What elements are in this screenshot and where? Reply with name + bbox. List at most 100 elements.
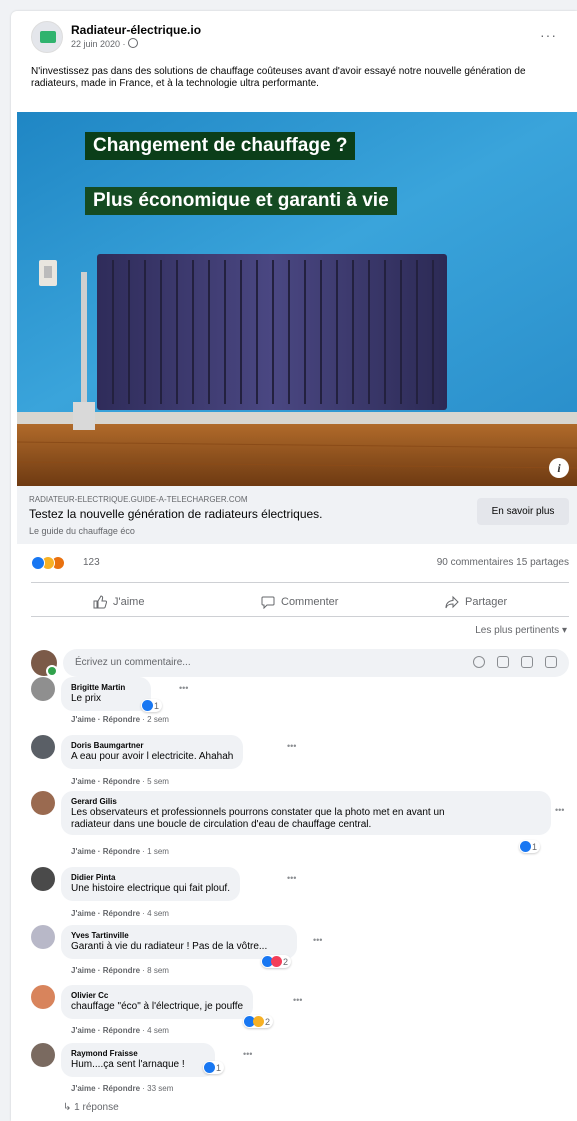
link-subtitle: Le guide du chauffage éco xyxy=(29,526,135,536)
share-label: Partager xyxy=(465,596,508,608)
commenter-avatar[interactable] xyxy=(31,735,55,759)
comment-more-icon[interactable]: ••• xyxy=(293,995,302,1005)
camera-icon[interactable] xyxy=(497,656,509,668)
comment-actions[interactable]: J'aime · Répondre xyxy=(71,715,140,724)
commenter-avatar[interactable] xyxy=(31,791,55,815)
comment-bubble: Brigitte Martin Le prix xyxy=(61,677,152,711)
page-name[interactable]: Radiateur-électrique.io xyxy=(71,23,201,37)
sticker-icon[interactable] xyxy=(545,656,557,668)
user-avatar[interactable] xyxy=(31,650,58,677)
comment-time[interactable]: · 4 sem xyxy=(140,909,169,918)
post-date[interactable]: 22 juin 2020 · xyxy=(71,39,128,49)
link-title[interactable]: Testez la nouvelle génération de radiate… xyxy=(29,507,323,521)
learn-more-button[interactable]: En savoir plus xyxy=(477,498,569,525)
like-reaction-icon xyxy=(520,841,531,852)
comment-input[interactable]: Écrivez un commentaire... xyxy=(63,649,569,677)
composer-icons xyxy=(473,656,557,670)
comment-text: Le prix xyxy=(71,693,102,704)
comment-bubble: Yves Tartinville Garanti à vie du radiat… xyxy=(61,925,297,959)
comment-actions[interactable]: J'aime · Répondre xyxy=(71,777,140,786)
comment-button[interactable]: Commenter xyxy=(261,592,338,612)
page-avatar[interactable] xyxy=(31,21,63,53)
comment-text: chauffage "éco" à l'électrique, je pouff… xyxy=(71,1001,244,1012)
commenter-avatar[interactable] xyxy=(31,677,55,701)
commenter-avatar[interactable] xyxy=(31,985,55,1009)
commenter-avatar[interactable] xyxy=(31,925,55,949)
reaction-count[interactable]: 123 xyxy=(83,557,100,568)
gif-icon[interactable] xyxy=(521,656,533,668)
reaction-icons[interactable] xyxy=(31,556,79,570)
comment-actions[interactable]: J'aime · Répondre xyxy=(71,847,140,856)
radiator-photo xyxy=(17,112,577,486)
comment-meta: J'aime · Répondre · 8 sem xyxy=(71,966,169,975)
comment-meta: J'aime · Répondre · 4 sem xyxy=(71,1026,169,1035)
comment-reactions[interactable]: 1 xyxy=(203,1061,225,1074)
comment-sort-dropdown[interactable]: Les plus pertinents ▾ xyxy=(475,625,567,636)
more-options-button[interactable]: ··· xyxy=(540,27,557,43)
commenter-name[interactable]: Brigitte Martin xyxy=(71,682,125,693)
commenter-name[interactable]: Gerard Gilis xyxy=(71,796,541,807)
comment-more-icon[interactable]: ••• xyxy=(287,741,296,751)
comment: Gerard Gilis Les observateurs et profess… xyxy=(31,791,571,863)
comment-meta: J'aime · Répondre · 4 sem xyxy=(71,909,169,918)
view-replies-link[interactable]: ↳ 1 réponse xyxy=(63,1102,119,1113)
comment-actions[interactable]: J'aime · Répondre xyxy=(71,909,140,918)
commenter-name[interactable]: Doris Baumgartner xyxy=(71,740,233,751)
post-meta: 22 juin 2020 · xyxy=(71,38,139,49)
share-button[interactable]: Partager xyxy=(445,592,507,612)
globe-icon xyxy=(128,38,139,48)
like-button[interactable]: J'aime xyxy=(93,592,144,612)
comments-shares-count[interactable]: 90 commentaires 15 partages xyxy=(437,557,569,568)
comment-time[interactable]: · 1 sem xyxy=(140,847,169,856)
like-reaction-icon xyxy=(204,1062,215,1073)
post-image[interactable]: Changement de chauffage ? Plus économiqu… xyxy=(17,112,577,486)
comment-meta: J'aime · Répondre · 1 sem xyxy=(71,847,169,856)
commenter-name[interactable]: Olivier Cc xyxy=(71,990,243,1001)
sort-label: Les plus pertinents xyxy=(475,625,560,636)
thumbs-up-icon xyxy=(93,595,107,609)
comment-text: Une histoire electrique qui fait plouf. xyxy=(71,883,230,894)
comment-reaction-count: 1 xyxy=(154,700,160,711)
commenter-name[interactable]: Yves Tartinville xyxy=(71,930,287,941)
emoji-icon[interactable] xyxy=(473,656,485,668)
commenter-avatar[interactable] xyxy=(31,867,55,891)
comment-reactions[interactable]: 1 xyxy=(519,840,541,853)
link-preview[interactable]: RADIATEUR-ELECTRIQUE.GUIDE-A-TELECHARGER… xyxy=(17,486,577,544)
comment-time[interactable]: · 5 sem xyxy=(140,777,169,786)
info-icon[interactable]: i xyxy=(549,458,569,478)
comment-meta: J'aime · Répondre · 2 sem xyxy=(71,715,169,724)
comment-time[interactable]: · 33 sem xyxy=(140,1084,173,1093)
divider xyxy=(31,616,569,617)
comment-time[interactable]: · 8 sem xyxy=(140,966,169,975)
like-label: J'aime xyxy=(113,596,145,608)
comment-reactions[interactable]: 1 xyxy=(141,699,163,712)
post-header: Radiateur-électrique.io 22 juin 2020 · ·… xyxy=(31,21,557,61)
comment: Yves Tartinville Garanti à vie du radiat… xyxy=(31,925,571,975)
comment-more-icon[interactable]: ••• xyxy=(243,1049,252,1059)
comment-reaction-count: 1 xyxy=(532,841,538,852)
commenter-name[interactable]: Raymond Fraisse xyxy=(71,1048,185,1059)
comment-time[interactable]: · 2 sem xyxy=(140,715,169,724)
comment-more-icon[interactable]: ••• xyxy=(179,683,188,693)
comment-reaction-count: 2 xyxy=(265,1016,271,1027)
comment: Olivier Cc chauffage "éco" à l'électriqu… xyxy=(31,985,571,1035)
comment-actions[interactable]: J'aime · Répondre xyxy=(71,1026,140,1035)
like-reaction-icon xyxy=(142,700,153,711)
comment-meta: J'aime · Répondre · 33 sem xyxy=(71,1084,173,1093)
link-domain: RADIATEUR-ELECTRIQUE.GUIDE-A-TELECHARGER… xyxy=(29,495,248,504)
commenter-name[interactable]: Didier Pinta xyxy=(71,872,230,883)
comment: Doris Baumgartner A eau pour avoir l ele… xyxy=(31,735,571,786)
comment-actions[interactable]: J'aime · Répondre xyxy=(71,966,140,975)
comment: Brigitte Martin Le prix 1 ••• J'aime · R… xyxy=(31,677,571,725)
comment-text: Garanti à vie du radiateur ! Pas de la v… xyxy=(71,941,268,952)
comment-reactions[interactable]: 2 xyxy=(261,955,292,968)
comment-time[interactable]: · 4 sem xyxy=(140,1026,169,1035)
commenter-avatar[interactable] xyxy=(31,1043,55,1067)
comment-more-icon[interactable]: ••• xyxy=(313,935,322,945)
comment-text: A eau pour avoir l electricite. Ahahah xyxy=(71,751,234,762)
comment-reactions[interactable]: 2 xyxy=(243,1015,274,1028)
comment-actions[interactable]: J'aime · Répondre xyxy=(71,1084,140,1093)
comment-more-icon[interactable]: ••• xyxy=(287,873,296,883)
comment-bubble: Gerard Gilis Les observateurs et profess… xyxy=(61,791,551,835)
comment-more-icon[interactable]: ••• xyxy=(555,805,564,815)
